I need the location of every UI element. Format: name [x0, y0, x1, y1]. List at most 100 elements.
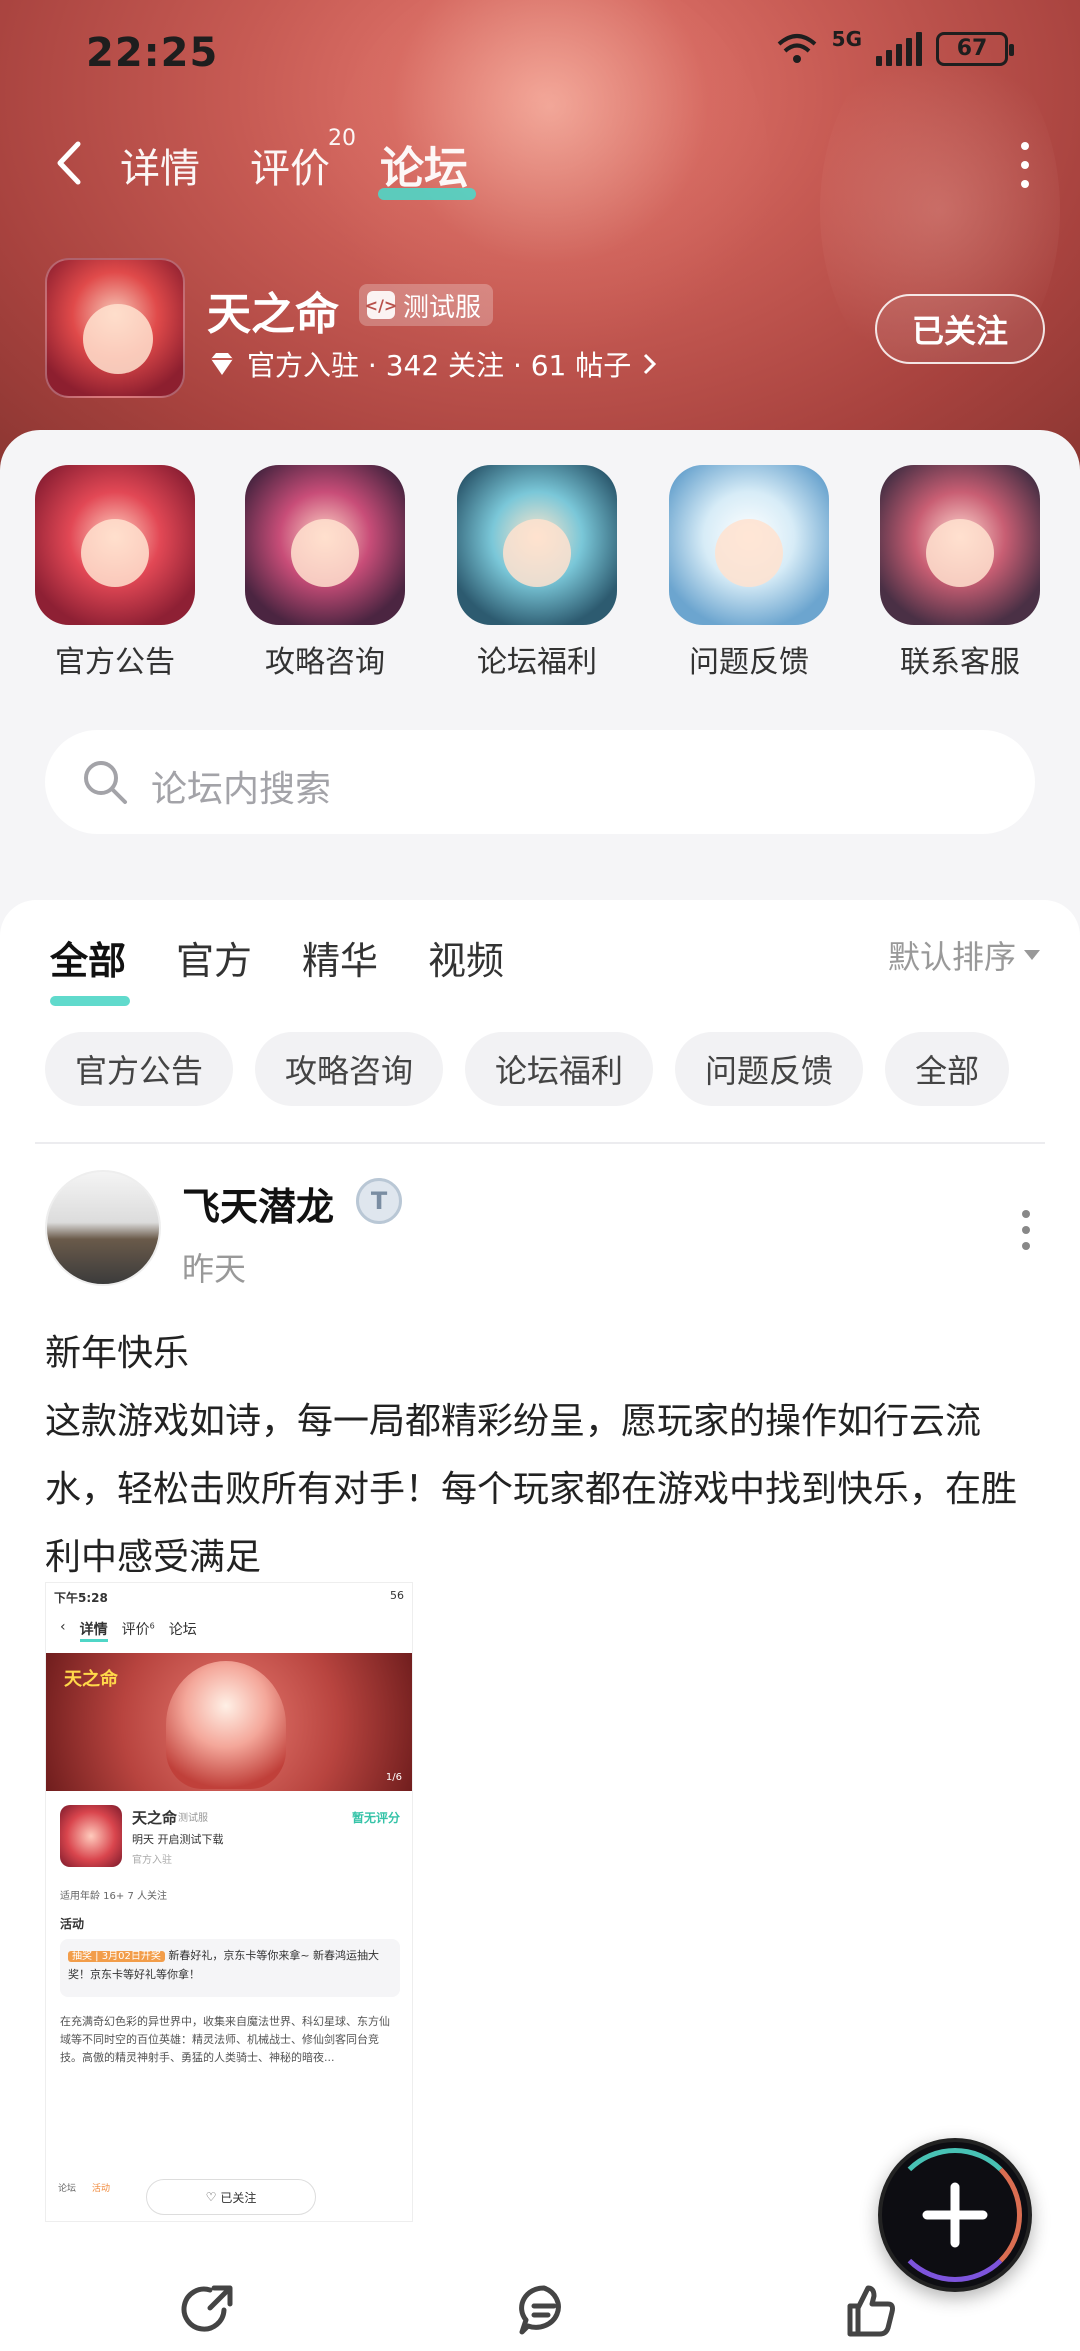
feed-tab-featured[interactable]: 精华 [302, 924, 378, 994]
tab-forum[interactable]: 论坛 [380, 132, 468, 196]
image-logo: 天之命 [64, 1669, 118, 1690]
post-content: 新年快乐 这款游戏如诗，每一局都精彩纷呈，愿玩家的操作如行云流水，轻松击败所有对… [45, 1320, 1035, 1592]
chevron-right-icon [644, 353, 657, 375]
network-type: 5G [831, 27, 862, 51]
sort-label: 默认排序 [887, 938, 1016, 976]
wifi-icon [777, 34, 816, 63]
image-game-badge: 测试服 [178, 1813, 208, 1824]
status-bar: 22:25 5G 67 [0, 20, 1080, 90]
image-tab: 详情 [79, 1619, 108, 1642]
strategy-character-icon [245, 465, 405, 625]
comment-icon[interactable] [514, 2280, 574, 2340]
post-action-bar [0, 2270, 1080, 2351]
chip-strategy[interactable]: 攻略咨询 [255, 1032, 444, 1106]
image-character-art [166, 1661, 286, 1789]
signal-icon [876, 32, 922, 66]
customer-service-character-icon [880, 465, 1040, 625]
image-game-name: 天之命 [132, 1809, 178, 1827]
more-options-icon[interactable] [1010, 142, 1040, 188]
image-bottom-bar: 论坛 活动 ♡ 已关注 [46, 2173, 412, 2221]
announcement-character-icon [35, 465, 195, 625]
image-page-indicator: 1/6 [385, 1772, 402, 1783]
tab-reviews-count: 20 [328, 126, 356, 151]
image-promo: 抽奖 | 3月02日开奖 新春好礼，京东卡等你来拿~ 新春鸿运抽大奖！京东卡等好… [60, 1939, 400, 1997]
tab-details[interactable]: 详情 [120, 136, 200, 194]
chip-benefits[interactable]: 论坛福利 [465, 1032, 654, 1106]
post-more-icon[interactable] [1020, 1210, 1032, 1250]
image-bottom-item: 活动 [91, 2184, 110, 2194]
author-avatar[interactable] [45, 1170, 161, 1286]
chip-feedback[interactable]: 问题反馈 [675, 1032, 864, 1106]
post-image[interactable]: 下午5:28 56 ‹ 详情 评价6 论坛 天之命 1/6 天之命 测试服 明天… [45, 1582, 413, 2222]
category-label: 论坛福利 [477, 645, 597, 680]
game-avatar[interactable] [45, 258, 185, 398]
image-bottom-item: 论坛 [57, 2184, 76, 2194]
code-icon: </> [365, 291, 397, 319]
chip-all[interactable]: 全部 [885, 1032, 1010, 1106]
share-icon[interactable] [180, 2280, 240, 2340]
user-level-badge-icon: T [356, 1178, 402, 1224]
battery-icon: 67 [936, 32, 1014, 66]
image-banner: 天之命 1/6 [46, 1653, 412, 1791]
plus-icon [922, 2182, 988, 2248]
post-time: 昨天 [182, 1250, 247, 1288]
create-post-button[interactable] [878, 2138, 1032, 2292]
forum-search-bar[interactable]: 论坛内搜索 [45, 730, 1035, 834]
category-shortcuts: 官方公告 攻略咨询 论坛福利 问题反馈 联系客服 [0, 465, 1080, 695]
feed-tab-official[interactable]: 官方 [176, 924, 252, 994]
back-arrow-icon[interactable] [50, 138, 90, 188]
test-server-label: 测试服 [403, 292, 482, 323]
sort-dropdown[interactable]: 默认排序 [888, 932, 1040, 978]
image-game-avatar [60, 1805, 122, 1867]
benefits-character-icon [457, 465, 617, 625]
image-promo-tag: 抽奖 | 3月02日开奖 [68, 1951, 165, 1962]
image-status-time: 下午5:28 [54, 1591, 108, 1605]
image-activity: 活动 [60, 1917, 85, 1931]
test-server-badge: </> 测试服 [359, 284, 494, 326]
image-tab: 评价6 [121, 1621, 155, 1638]
heart-check-icon: ♡ [205, 2190, 217, 2204]
image-game-info: 天之命 测试服 明天 开启测试下载 官方入驻 暂无评分 [60, 1805, 400, 1875]
category-label: 联系客服 [900, 645, 1020, 680]
category-strategy[interactable]: 攻略咨询 [245, 465, 405, 681]
follow-button[interactable]: 已关注 [875, 294, 1045, 364]
author-name[interactable]: 飞天潜龙 [182, 1176, 334, 1231]
category-label: 问题反馈 [689, 645, 809, 680]
feed-tabs: 全部 官方 精华 视频 [50, 924, 554, 1006]
status-time: 22:25 [86, 30, 219, 76]
feed-tab-video[interactable]: 视频 [428, 924, 504, 994]
game-meta-text: 官方入驻 · 342 关注 · 61 帖子 [247, 349, 632, 382]
image-nav: ‹ 详情 评价6 论坛 [60, 1619, 197, 1642]
diamond-icon [211, 353, 233, 375]
image-follow-button: ♡ 已关注 [146, 2179, 316, 2215]
tab-reviews[interactable]: 评价 20 [250, 126, 356, 194]
feedback-character-icon [669, 465, 829, 625]
game-title: 天之命 [207, 289, 339, 340]
image-score: 暂无评分 [351, 1811, 400, 1825]
category-customer-service[interactable]: 联系客服 [880, 465, 1040, 681]
game-meta[interactable]: 官方入驻 · 342 关注 · 61 帖子 [207, 344, 659, 384]
category-official-announcements[interactable]: 官方公告 [35, 465, 195, 681]
like-icon[interactable] [840, 2280, 900, 2340]
top-navigation: 详情 评价 20 论坛 [0, 126, 1080, 200]
image-description: 在充满奇幻色彩的异世界中，收集来自魔法世界、科幻星球、东方仙域等不同时空的百位英… [60, 2015, 390, 2064]
post-text: 这款游戏如诗，每一局都精彩纷呈，愿玩家的操作如行云流水，轻松击败所有对手！每个玩… [45, 1401, 1018, 1578]
game-header-banner: 22:25 5G 67 详情 评价 20 论坛 天之命 </> 测试服 官方入驻… [0, 0, 1080, 470]
tab-reviews-label: 评价 [250, 146, 330, 192]
image-subtitle: 明天 开启测试下载 [132, 1833, 224, 1846]
feed-tab-all[interactable]: 全部 [50, 924, 131, 1006]
post-title: 新年快乐 [45, 1333, 190, 1374]
category-label: 官方公告 [55, 645, 175, 680]
category-feedback[interactable]: 问题反馈 [669, 465, 829, 681]
status-icons: 5G 67 [776, 27, 1014, 66]
image-official: 官方入驻 [132, 1855, 172, 1866]
category-benefits[interactable]: 论坛福利 [457, 465, 617, 681]
search-icon [84, 761, 127, 804]
game-info: 天之命 </> 测试服 官方入驻 · 342 关注 · 61 帖子 已关注 [45, 258, 1045, 398]
filter-chips: 官方公告 攻略咨询 论坛福利 问题反馈 全部 [45, 1032, 1010, 1106]
image-tab: 论坛 [168, 1622, 197, 1638]
chip-official-announcements[interactable]: 官方公告 [45, 1032, 234, 1106]
image-meta: 适用年龄 16+ 7 人关注 [60, 1891, 168, 1902]
search-input[interactable]: 论坛内搜索 [151, 760, 331, 812]
category-label: 攻略咨询 [265, 645, 385, 680]
